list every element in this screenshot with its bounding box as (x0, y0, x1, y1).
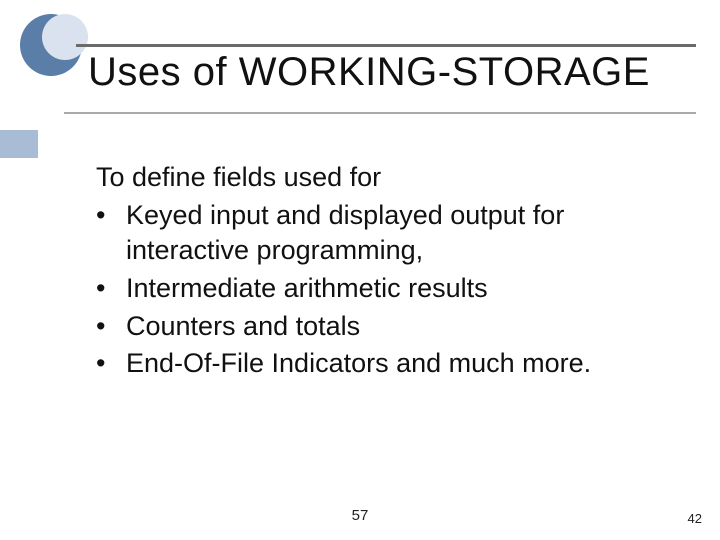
list-item: Intermediate arithmetic results (96, 271, 680, 307)
lead-text: To define fields used for (96, 160, 680, 196)
footer-page-center: 57 (0, 507, 720, 524)
slide-title: Uses of WORKING-STORAGE (88, 50, 696, 95)
side-accent-block (0, 130, 38, 158)
slide-body: To define fields used for Keyed input an… (96, 160, 680, 384)
title-rule-top (76, 44, 696, 47)
bullet-list: Keyed input and displayed output for int… (96, 198, 680, 382)
list-item: Counters and totals (96, 309, 680, 345)
list-item: End-Of-File Indicators and much more. (96, 346, 680, 382)
title-rule-bottom (64, 112, 696, 114)
footer-page-right: 42 (688, 511, 702, 526)
list-item: Keyed input and displayed output for int… (96, 198, 680, 269)
